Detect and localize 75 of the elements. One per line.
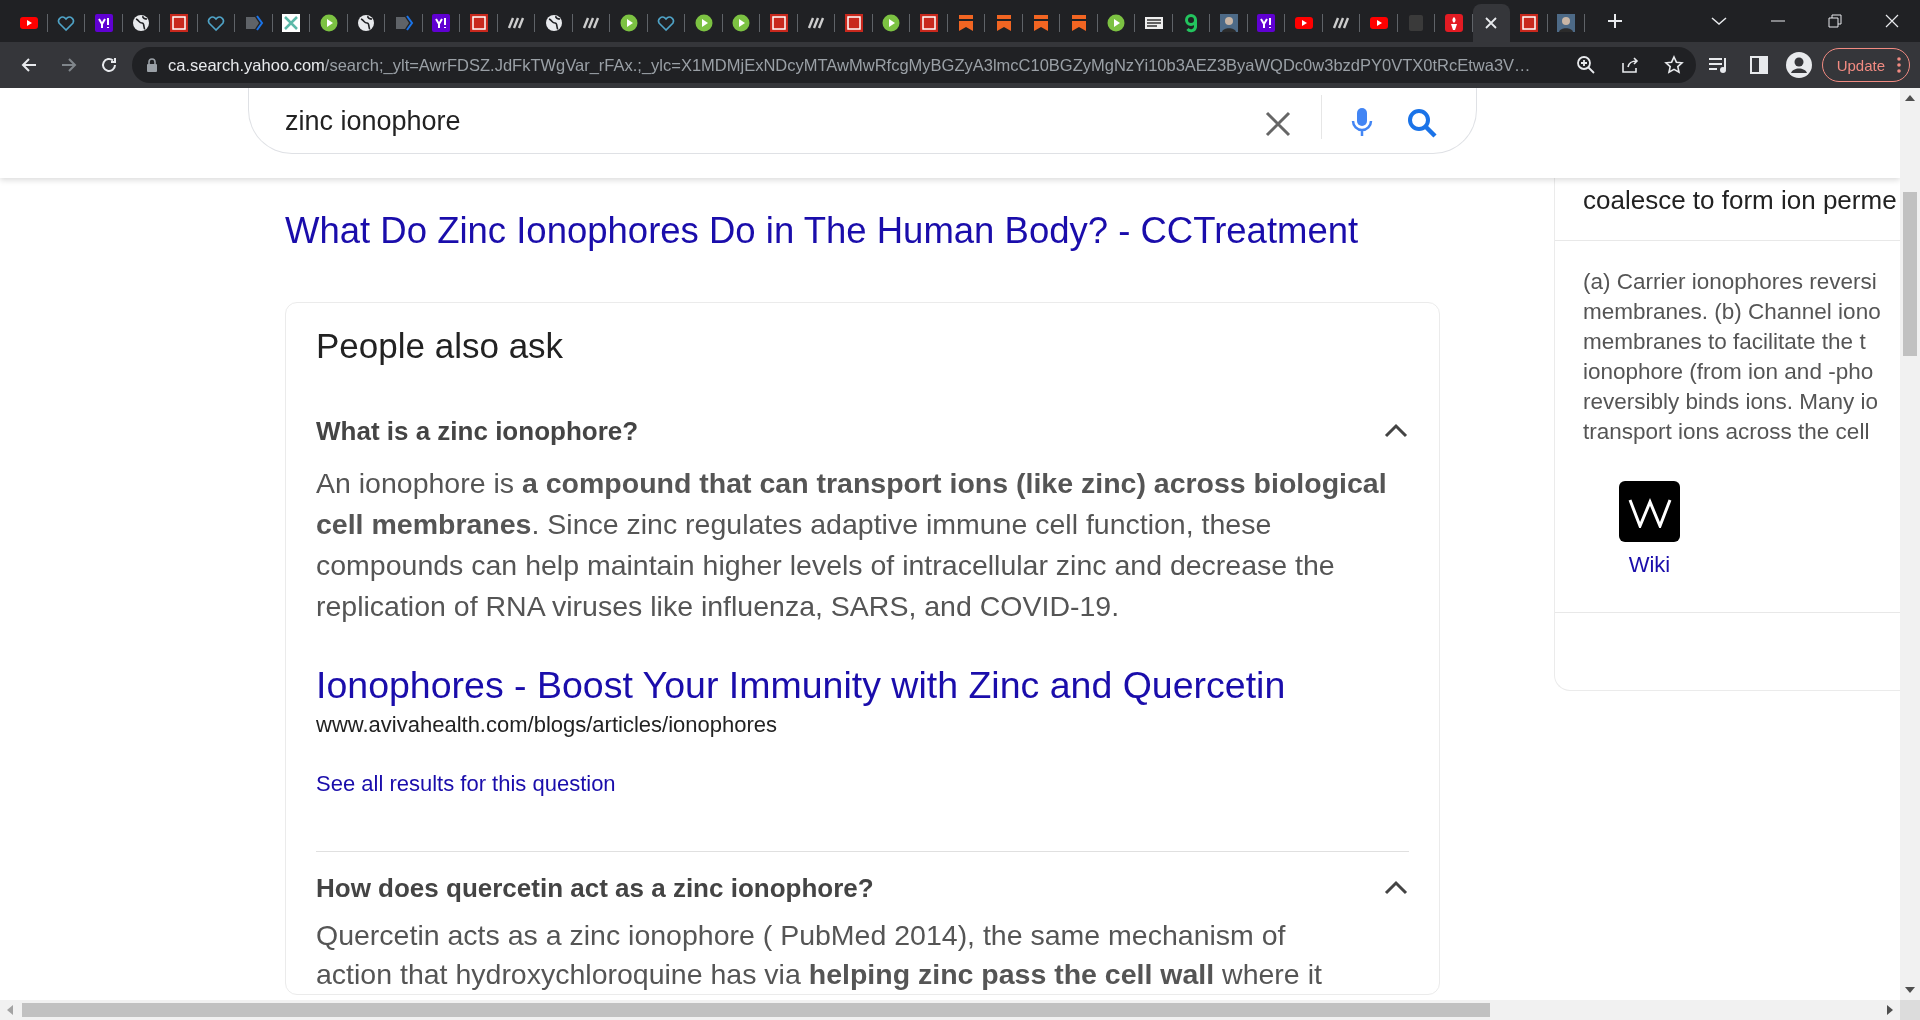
star-icon[interactable]: [1663, 55, 1684, 75]
restore-icon[interactable]: [1827, 14, 1842, 28]
square-icon: [168, 13, 189, 33]
globe-icon: [131, 13, 152, 33]
answer-source-link[interactable]: Ionophores - Boost Your Immunity with Zinc and Quercetin: [316, 664, 1286, 706]
square-icon: [843, 13, 864, 33]
search-field[interactable]: zinc ionophore: [248, 88, 1477, 154]
side-panel-icon[interactable]: [1749, 56, 1768, 74]
heart-icon: [656, 13, 677, 33]
panel-text: reversibly binds ions. Many io: [1583, 388, 1880, 416]
address-bar[interactable]: ca.search.yahoo.com/search;_ylt=AwrFDSZ.JdFkTWgVar_rFAx.;_ylc=X1MDMjExNDcyMTAwMwRfcgMyBGZyA3lmcC10BGZyMgNzYi10b3AEZ3ByaWQDc0w3bzdPY0VTX0tRcEtwa3V…: [132, 47, 1696, 83]
avatar-icon: [1218, 13, 1239, 33]
heart-icon: [56, 13, 77, 33]
wiki-link[interactable]: Wiki: [1628, 552, 1671, 578]
see-all-link[interactable]: See all results for this question: [316, 771, 616, 797]
lock-icon: [146, 58, 158, 72]
share-icon[interactable]: [1619, 55, 1640, 75]
wiki-logo-icon[interactable]: [1619, 481, 1680, 542]
answer-text: Quercetin acts as a zinc ionophore ( PubMed 2014), the same mechanism of: [316, 918, 1287, 953]
arrow-icon: [243, 13, 264, 33]
square-icon: [1518, 13, 1539, 33]
microphone-icon[interactable]: [1350, 107, 1374, 139]
play-icon: [731, 13, 752, 33]
vertical-scrollbar[interactable]: [1900, 88, 1920, 1000]
scrollbar-thumb[interactable]: [1903, 192, 1917, 356]
arrow-icon: [393, 13, 414, 33]
chevron-icon[interactable]: [1383, 423, 1409, 439]
square-icon: [918, 13, 939, 33]
exclamation-icon: [1256, 13, 1277, 33]
play-icon: [1106, 13, 1127, 33]
question-row[interactable]: How does quercetin act as a zinc ionophore?: [316, 866, 1409, 910]
play-icon: [693, 13, 714, 33]
square-icon: [768, 13, 789, 33]
panel-text: coalesce to form ion perme: [1583, 185, 1897, 216]
plus-icon[interactable]: [1605, 11, 1625, 31]
exclamation-icon: [431, 13, 452, 33]
scroll-up-icon[interactable]: [1905, 95, 1915, 101]
result-title-link[interactable]: What Do Zinc Ionophores Do in The Human Body? - CCTreatment: [285, 208, 1359, 254]
search-icon[interactable]: [1406, 107, 1438, 139]
panel-text: membranes to facilitate the t: [1583, 328, 1867, 356]
clear-icon[interactable]: [1263, 109, 1293, 139]
globe-icon: [356, 13, 377, 33]
play-icon: [618, 13, 639, 33]
avatar-icon: [1556, 13, 1577, 33]
url-text: ca.search.yahoo.com/search;_ylt=AwrFDSZ.JdFkTWgVar_rFAx.;_ylc=X1MDMjExNDcyMTAwMwRfcgMyBGZyA3lmcC10BGZyMgNzYi10b3AEZ3ByaWQDc0w3bzdPY0VTX0tRcEtwa3V…: [168, 55, 1532, 75]
browser-tab[interactable]: [1472, 4, 1510, 42]
panel-text: membranes. (b) Channel iono: [1583, 298, 1881, 326]
minimize-icon[interactable]: [1770, 20, 1785, 22]
zoom-icon[interactable]: [1575, 55, 1596, 75]
heart-icon: [206, 13, 227, 33]
reload-icon[interactable]: [99, 55, 119, 75]
profile-icon[interactable]: [1785, 52, 1812, 78]
panel-text: transport ions across the cell: [1583, 418, 1871, 446]
exclamation-icon: [93, 13, 114, 33]
scrollbar-thumb[interactable]: [22, 1003, 1490, 1017]
globe-icon: [543, 13, 564, 33]
scroll-down-icon[interactable]: [1905, 987, 1915, 993]
source-url: www.avivahealth.com/blogs/articles/ionophores: [316, 712, 778, 738]
horizontal-scrollbar[interactable]: [0, 1000, 1900, 1020]
chevron-icon[interactable]: [1383, 880, 1409, 896]
pattern-icon: [281, 13, 302, 33]
answer-text: action that hydroxychloroquine has via helping zinc pass the cell wall where it: [316, 957, 1323, 992]
play-icon: [881, 13, 902, 33]
torch-icon: [1443, 13, 1464, 33]
scroll-right-icon[interactable]: [1887, 1005, 1893, 1015]
scrollbar-corner: [1900, 1000, 1920, 1020]
section-heading: People also ask: [316, 325, 565, 367]
panel-text: ionophore (from ion and -pho: [1583, 358, 1875, 386]
play-icon: [318, 13, 339, 33]
more-icon[interactable]: [1897, 57, 1901, 73]
answer-text: An ionophore is a compound that can transport ions (like zinc) across biological cell membranes. Since zinc regulates adaptive immune cell function, these compounds can help maintain higher levels of intracellular zinc and decrease the replication of RNA viruses like influenza, SARS, and COVID-19.: [316, 466, 1388, 624]
question-row[interactable]: What is a zinc ionophore?: [316, 409, 1409, 453]
close-icon[interactable]: [1884, 14, 1899, 28]
square-icon: [468, 13, 489, 33]
panel-text: (a) Carrier ionophores reversi: [1583, 268, 1878, 296]
